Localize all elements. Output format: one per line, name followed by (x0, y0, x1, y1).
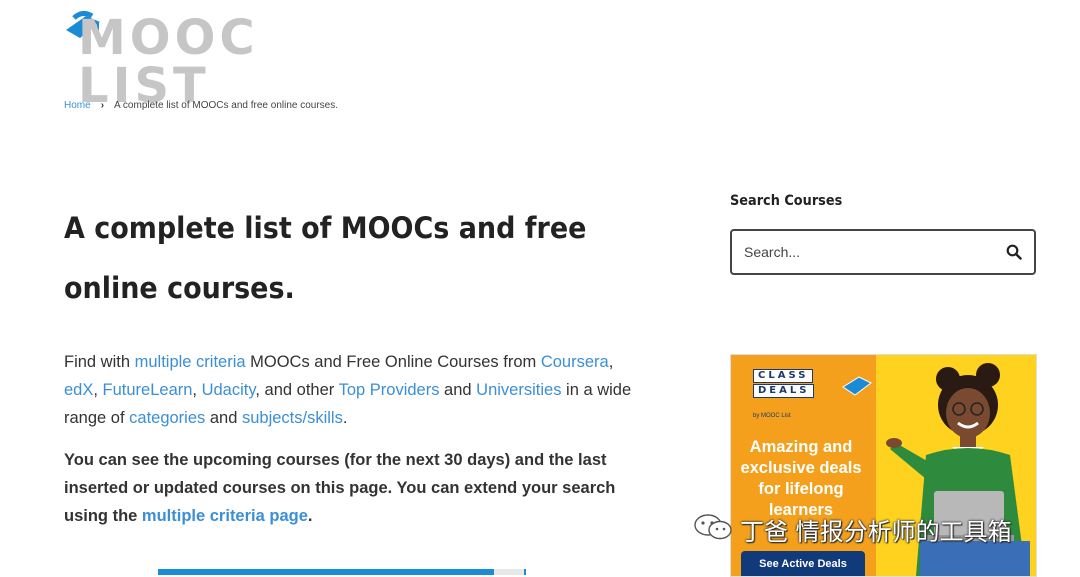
futurelearn-link[interactable]: FutureLearn (103, 381, 193, 399)
class-deals-logo-line2: DEALS (753, 384, 815, 398)
graduation-cap-icon (842, 376, 872, 396)
intro-text: and (205, 409, 242, 427)
intro-text: Find with (64, 353, 135, 371)
ad-banner-strip[interactable] (158, 569, 526, 575)
edx-link[interactable]: edX (64, 381, 93, 399)
top-providers-link[interactable]: Top Providers (339, 381, 440, 399)
intro-text: , (608, 353, 614, 371)
watermark-text: 丁爸 情报分析师的工具箱 (740, 518, 1012, 546)
class-deals-logo: CLASS DEALS by MOOC List (741, 367, 872, 419)
breadcrumb-current: A complete list of MOOCs and free online… (114, 100, 339, 111)
intro-text: , and other (255, 381, 339, 399)
intro-text: MOOCs and Free Online Courses from (245, 353, 541, 371)
udacity-link[interactable]: Udacity (202, 381, 256, 399)
categories-link[interactable]: categories (129, 409, 205, 427)
multiple-criteria-page-link[interactable]: multiple criteria page (142, 507, 308, 525)
wechat-watermark: 丁爸 情报分析师的工具箱 (692, 510, 1052, 546)
see-active-deals-button[interactable]: See Active Deals (741, 551, 865, 576)
page-title: A complete list of MOOCs and free online… (64, 211, 587, 305)
search-courses-heading: Search Courses (730, 193, 843, 209)
site-logo[interactable]: MOOC LIST (64, 6, 404, 110)
multiple-criteria-link[interactable]: multiple criteria (135, 353, 246, 371)
intro-text: , (93, 381, 103, 399)
class-deals-by-label: by MOOC List (753, 413, 791, 419)
search-icon[interactable] (1006, 244, 1022, 260)
intro-text: , (192, 381, 202, 399)
universities-link[interactable]: Universities (476, 381, 561, 399)
breadcrumb: Home › A complete list of MOOCs and free o… (64, 100, 338, 111)
subjects-skills-link[interactable]: subjects/skills (242, 409, 343, 427)
intro-paragraph: Find with multiple criteria MOOCs and Fr… (64, 348, 634, 432)
coursera-link[interactable]: Coursera (541, 353, 609, 371)
breadcrumb-home-link[interactable]: Home (64, 100, 91, 111)
upcoming-courses-paragraph: You can see the upcoming courses (for th… (64, 446, 634, 530)
search-input[interactable] (744, 231, 994, 273)
search-box[interactable] (730, 229, 1036, 275)
intro-text: . (342, 409, 348, 427)
class-deals-logo-line1: CLASS (753, 369, 814, 383)
intro-text: and (439, 381, 477, 399)
ad-choices-icon[interactable] (494, 569, 524, 575)
logo-text: MOOC LIST (78, 10, 259, 114)
banner-headline: Amazing and exclusive deals for lifelong… (740, 438, 862, 519)
chevron-right-icon: › (100, 100, 105, 111)
upcoming-text-end: . (307, 507, 313, 525)
wechat-icon (694, 514, 732, 540)
